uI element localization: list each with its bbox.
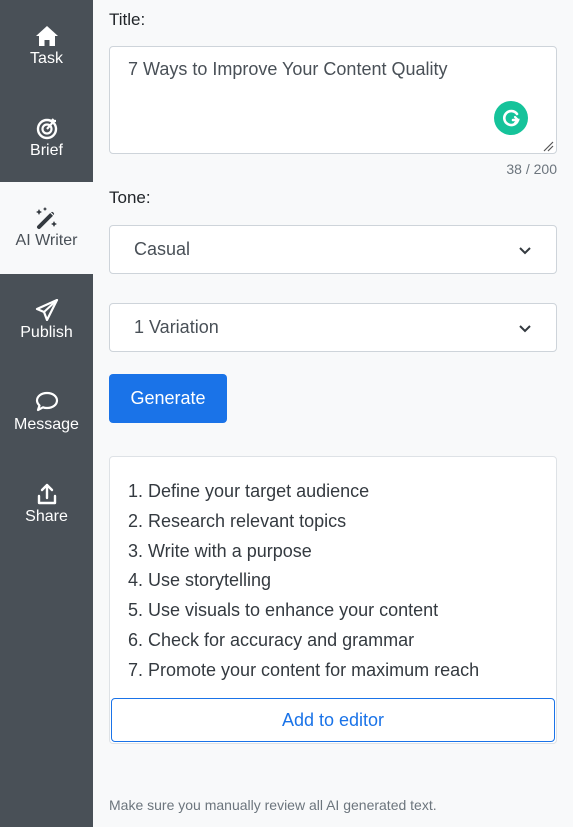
list-item: 5. Use visuals to enhance your content xyxy=(128,600,439,621)
sidebar-item-share[interactable]: Share xyxy=(0,458,93,550)
target-icon xyxy=(34,116,60,140)
chevron-down-icon xyxy=(519,246,531,254)
sidebar-item-ai-writer[interactable]: AI Writer xyxy=(0,182,93,274)
chat-bubble-icon xyxy=(34,390,60,414)
disclaimer-text: Make sure you manually review all AI gen… xyxy=(109,797,437,813)
sidebar-item-task[interactable]: Task xyxy=(0,0,93,92)
variations-select[interactable]: 1 Variation xyxy=(109,303,557,352)
sidebar-item-brief[interactable]: Brief xyxy=(0,92,93,184)
chevron-down-icon xyxy=(519,324,531,332)
paper-plane-icon xyxy=(34,298,60,322)
sidebar-item-label: Publish xyxy=(20,324,73,341)
sidebar-item-label: Brief xyxy=(30,142,63,159)
title-label: Title: xyxy=(109,10,146,29)
sidebar-item-label: Task xyxy=(30,50,63,67)
tone-label: Tone: xyxy=(109,188,151,207)
list-item: 6. Check for accuracy and grammar xyxy=(128,629,415,650)
magic-wand-icon xyxy=(34,206,60,230)
sidebar: Task Brief AI Writer Publish Message Sha… xyxy=(0,0,93,827)
tone-select-value: Casual xyxy=(134,239,191,259)
list-item: 4. Use storytelling xyxy=(128,570,272,591)
grammarly-icon[interactable] xyxy=(494,101,528,135)
variations-select-value: 1 Variation xyxy=(134,317,219,337)
sidebar-item-label: Message xyxy=(14,416,79,433)
sidebar-item-message[interactable]: Message xyxy=(0,366,93,458)
sidebar-item-label: Share xyxy=(25,508,68,525)
resize-handle-icon[interactable] xyxy=(542,140,554,152)
sidebar-item-label: AI Writer xyxy=(15,232,78,249)
list-item: 1. Define your target audience xyxy=(128,481,370,501)
generate-button[interactable]: Generate xyxy=(109,374,227,423)
list-item: 7. Promote your content for maximum reac… xyxy=(128,659,480,680)
list-item: 3. Write with a purpose xyxy=(128,540,312,561)
title-textarea[interactable]: 7 Ways to Improve Your Content Quality xyxy=(109,46,557,154)
sidebar-item-publish[interactable]: Publish xyxy=(0,274,93,366)
list-item: 2. Research relevant topics xyxy=(128,510,347,531)
add-to-editor-button[interactable]: Add to editor xyxy=(111,698,555,742)
tone-select[interactable]: Casual xyxy=(109,225,557,274)
upload-icon xyxy=(34,482,60,506)
home-icon xyxy=(34,24,60,48)
result-list: 1. Define your target audience 2. Resear… xyxy=(128,477,479,686)
char-counter: 38 / 200 xyxy=(506,161,557,177)
